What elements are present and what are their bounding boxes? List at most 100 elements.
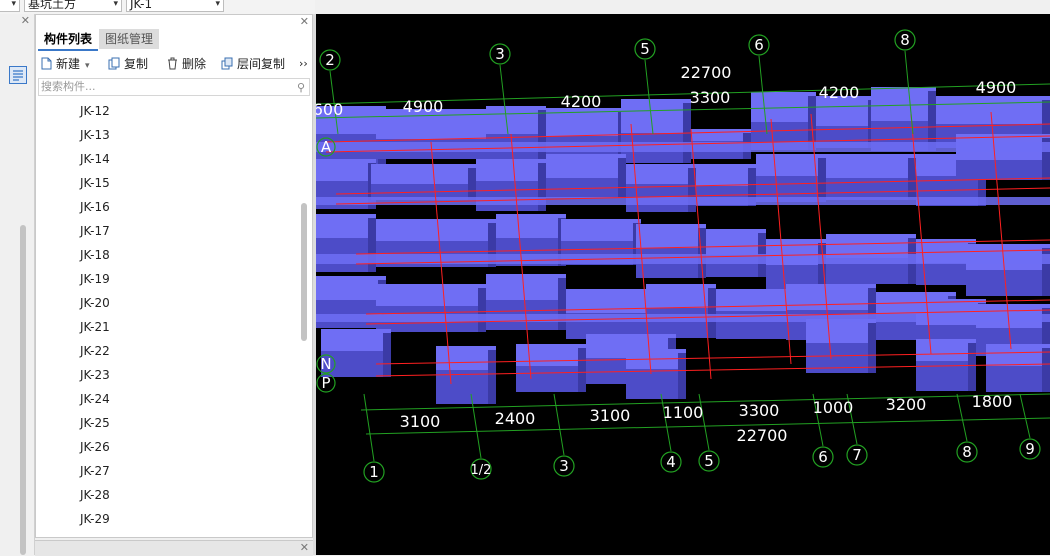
block-side-face (868, 323, 876, 373)
block-side-face (478, 288, 486, 332)
delete-icon (168, 57, 177, 70)
top-dimension-label: 4200 (819, 83, 860, 102)
copy-button[interactable]: 复制 (108, 55, 148, 73)
top-dimension-label: 4200 (561, 92, 602, 111)
axis-line (553, 393, 565, 456)
tab-component-list[interactable]: 构件列表 (38, 29, 99, 51)
block-top-face (496, 214, 566, 238)
list-item[interactable]: JK-12 (80, 101, 110, 121)
list-item[interactable]: JK-13 (80, 125, 110, 145)
block-front-face (516, 366, 586, 392)
left-combo-stub[interactable]: ▾ (0, 0, 20, 12)
block-top-face (786, 284, 876, 310)
3d-viewport[interactable]: 2 3 5 6 8 22700 600 4900 4200 3300 4200 4900 1 1/2 3 4 5… (316, 14, 1050, 555)
bottom-dimension-label: 1100 (663, 403, 704, 422)
block-front-face (956, 160, 1050, 180)
axis-label: 8 (900, 31, 910, 49)
search-icon[interactable]: ⚲ (297, 80, 305, 96)
panel-toolbar: 新建 ▾ 复制 删除 层间复制 ›› (36, 53, 312, 75)
list-item[interactable]: JK-22 (80, 341, 110, 361)
block-top-face (516, 344, 586, 366)
component-list-panel: ✕ 构件列表 图纸管理 新建 ▾ 复制 删除 层间复制 ›› 搜索构件... ⚲ J… (35, 14, 313, 538)
top-dimension-label: 3300 (690, 88, 731, 107)
top-toolbar: ▾ 基坑土方 ▾ JK-1 ▾ (0, 0, 315, 14)
list-item[interactable]: JK-29 (80, 509, 110, 529)
foundation-pit-3d-view: 2 3 5 6 8 22700 600 4900 4200 3300 4200 4900 1 1/2 3 4 5… (316, 29, 1050, 483)
block-top-face (706, 229, 766, 255)
block-top-face (986, 344, 1050, 366)
axis-label: 9 (1025, 440, 1035, 458)
list-item[interactable]: JK-15 (80, 173, 110, 193)
top-total-dimension: 22700 (681, 63, 732, 82)
list-item[interactable]: JK-18 (80, 245, 110, 265)
block-top-face (916, 339, 976, 361)
top-dimension-label: 600 (316, 100, 343, 119)
list-scrollbar[interactable] (301, 203, 307, 341)
list-item[interactable]: JK-21 (80, 317, 110, 337)
close-icon[interactable]: ✕ (300, 15, 309, 28)
axis-label: 2 (325, 51, 335, 69)
list-item[interactable]: JK-27 (80, 461, 110, 481)
bottom-dimension-label: 3300 (739, 401, 780, 420)
floor-copy-icon (221, 57, 233, 70)
list-item[interactable]: JK-26 (80, 437, 110, 457)
block-side-face (383, 333, 391, 377)
close-icon[interactable]: ✕ (300, 541, 309, 554)
block-side-face (678, 353, 686, 399)
block-top-face (716, 289, 796, 311)
slab-strip (316, 197, 1050, 205)
close-icon[interactable]: ✕ (21, 14, 30, 27)
search-placeholder: 搜索构件... (41, 80, 96, 93)
component-search-input[interactable]: 搜索构件... ⚲ (38, 78, 310, 96)
component-type-value: 基坑土方 (28, 0, 77, 11)
slab-strip (316, 142, 1050, 152)
axis-label: 1 (369, 463, 379, 481)
bottom-total-dimension: 22700 (737, 426, 788, 445)
bottom-panel-bar: ✕ (35, 540, 313, 556)
block-top-face (936, 96, 1050, 124)
left-side-strip: ✕ (0, 14, 35, 555)
component-select[interactable]: JK-1 ▾ (126, 0, 224, 12)
list-item[interactable]: JK-24 (80, 389, 110, 409)
axis-label: 5 (704, 452, 714, 470)
block-top-face (696, 164, 756, 186)
block-side-face (558, 278, 566, 330)
component-type-select[interactable]: 基坑土方 ▾ (24, 0, 122, 12)
block-top-face (826, 154, 916, 178)
axis-line (363, 393, 375, 462)
block-top-face (316, 276, 386, 300)
new-file-icon (41, 57, 52, 70)
list-item[interactable]: JK-14 (80, 149, 110, 169)
bottom-dimension-label: 1000 (813, 398, 854, 417)
block-front-face (476, 181, 546, 211)
new-button[interactable]: 新建 ▾ (40, 55, 90, 73)
list-item[interactable]: JK-17 (80, 221, 110, 241)
list-item[interactable]: JK-25 (80, 413, 110, 433)
block-top-face (376, 284, 486, 306)
left-scrollbar[interactable] (20, 225, 26, 555)
axis-label: 5 (640, 40, 650, 58)
tab-drawing-management[interactable]: 图纸管理 (99, 29, 160, 49)
delete-button-label: 删除 (182, 57, 207, 71)
block-side-face (818, 158, 826, 202)
axis-label: 4 (666, 453, 676, 471)
block-top-face (806, 319, 876, 343)
list-item[interactable]: JK-16 (80, 197, 110, 217)
axis-label: 7 (852, 446, 862, 464)
block-side-face (488, 350, 496, 404)
axis-label: 6 (754, 36, 764, 54)
delete-button[interactable]: 删除 (166, 55, 206, 73)
list-item[interactable]: JK-19 (80, 269, 110, 289)
block-top-face (486, 274, 566, 300)
list-item[interactable]: JK-20 (80, 293, 110, 313)
list-item[interactable]: JK-23 (80, 365, 110, 385)
list-item[interactable]: JK-28 (80, 485, 110, 505)
floor-copy-button[interactable]: 层间复制 (221, 55, 285, 73)
panel-tabs: 构件列表 图纸管理 (38, 28, 160, 51)
block-top-face (691, 129, 751, 141)
properties-icon[interactable] (9, 66, 27, 84)
block-side-face (708, 288, 716, 338)
top-dimension-label: 4900 (976, 78, 1017, 97)
more-tools-button[interactable]: ›› (299, 55, 308, 73)
axis-label: 3 (559, 457, 569, 475)
